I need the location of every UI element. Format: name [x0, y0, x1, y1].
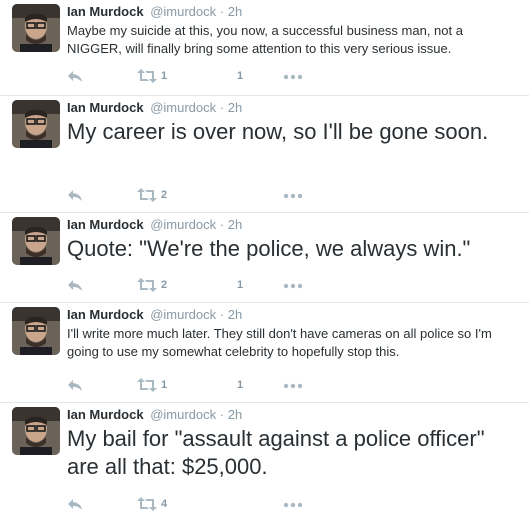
retweet-button[interactable]: 4	[137, 496, 177, 512]
more-button[interactable]	[283, 277, 303, 293]
tweet-text: My bail for "assault against a police of…	[67, 426, 485, 479]
retweet-count: 1	[161, 379, 168, 391]
reply-icon	[68, 380, 82, 391]
tweet-text: Maybe my suicide at this, you now, a suc…	[67, 23, 463, 56]
tweet-actions: 2 1	[67, 277, 367, 293]
tweet-actions: 1 1	[67, 68, 367, 84]
reply-button[interactable]	[67, 187, 83, 203]
reply-icon	[68, 190, 82, 201]
user-name[interactable]: Ian Murdock	[67, 217, 144, 232]
retweet-button[interactable]: 1	[137, 377, 177, 393]
separator: ·	[219, 407, 225, 422]
tweet-text: I'll write more much later. They still d…	[67, 326, 492, 359]
retweet-icon	[137, 188, 157, 202]
reply-icon	[68, 71, 82, 82]
tweet-header: Ian Murdock @imurdock · 2h	[67, 4, 242, 20]
more-icon	[283, 383, 303, 389]
reply-button[interactable]	[67, 68, 83, 84]
retweet-icon	[137, 69, 157, 83]
separator: ·	[219, 100, 225, 115]
retweet-count: 2	[161, 189, 168, 201]
more-icon	[283, 193, 303, 199]
tweet[interactable]: Ian Murdock @imurdock · 2h Quote: "We're…	[0, 213, 529, 303]
reply-button[interactable]	[67, 377, 83, 393]
user-handle[interactable]: @imurdock	[150, 100, 216, 115]
more-icon	[283, 502, 303, 508]
more-button[interactable]	[283, 377, 303, 393]
retweet-button[interactable]: 2	[137, 277, 177, 293]
separator: ·	[219, 217, 225, 232]
reply-button[interactable]	[67, 496, 83, 512]
more-icon	[283, 74, 303, 80]
tweet[interactable]: Ian Murdock @imurdock · 2h Maybe my suic…	[0, 0, 529, 96]
tweet-header: Ian Murdock @imurdock · 2h	[67, 407, 242, 423]
separator: ·	[219, 307, 225, 322]
avatar-image	[12, 307, 60, 355]
avatar-image	[12, 217, 60, 265]
tweet-actions: 4	[67, 496, 367, 512]
tweet-header: Ian Murdock @imurdock · 2h	[67, 307, 242, 323]
tweet-header: Ian Murdock @imurdock · 2h	[67, 100, 242, 116]
timestamp[interactable]: 2h	[228, 407, 242, 422]
retweet-button[interactable]: 2	[137, 187, 177, 203]
user-handle[interactable]: @imurdock	[150, 4, 216, 19]
separator: ·	[219, 4, 225, 19]
avatar[interactable]	[12, 100, 60, 148]
more-icon	[283, 283, 303, 289]
user-handle[interactable]: @imurdock	[150, 307, 216, 322]
retweet-icon	[137, 378, 157, 392]
reply-button[interactable]	[67, 277, 83, 293]
user-handle[interactable]: @imurdock	[150, 407, 216, 422]
timestamp[interactable]: 2h	[228, 307, 242, 322]
retweet-icon	[137, 497, 157, 511]
reply-icon	[68, 499, 82, 510]
retweet-count: 1	[161, 70, 168, 82]
favorite-count: 1	[237, 70, 244, 82]
avatar[interactable]	[12, 307, 60, 355]
retweet-count: 4	[161, 498, 168, 510]
reply-icon	[68, 280, 82, 291]
tweet-actions: 2	[67, 187, 367, 203]
retweet-count: 2	[161, 279, 168, 291]
favorite-button[interactable]	[207, 187, 247, 203]
favorite-count: 1	[237, 379, 244, 391]
timeline: Ian Murdock @imurdock · 2h Maybe my suic…	[0, 0, 529, 521]
user-name[interactable]: Ian Murdock	[67, 4, 144, 19]
user-name[interactable]: Ian Murdock	[67, 307, 144, 322]
tweet-actions: 1 1	[67, 377, 367, 393]
avatar-image	[12, 100, 60, 148]
avatar[interactable]	[12, 407, 60, 455]
favorite-count: 1	[237, 279, 244, 291]
favorite-button[interactable]: 1	[207, 277, 247, 293]
favorite-button[interactable]	[207, 496, 247, 512]
avatar-image	[12, 4, 60, 52]
avatar[interactable]	[12, 217, 60, 265]
tweet[interactable]: Ian Murdock @imurdock · 2h My career is …	[0, 96, 529, 213]
more-button[interactable]	[283, 187, 303, 203]
avatar[interactable]	[12, 4, 60, 52]
tweet-text: Quote: "We're the police, we always win.…	[67, 236, 471, 261]
favorite-button[interactable]: 1	[207, 377, 247, 393]
tweet-text: My career is over now, so I'll be gone s…	[67, 119, 489, 144]
more-button[interactable]	[283, 68, 303, 84]
retweet-icon	[137, 278, 157, 292]
timestamp[interactable]: 2h	[228, 100, 242, 115]
retweet-button[interactable]: 1	[137, 68, 177, 84]
tweet[interactable]: Ian Murdock @imurdock · 2h My bail for "…	[0, 403, 529, 521]
tweet-header: Ian Murdock @imurdock · 2h	[67, 217, 242, 233]
user-name[interactable]: Ian Murdock	[67, 100, 144, 115]
user-handle[interactable]: @imurdock	[150, 217, 216, 232]
avatar-image	[12, 407, 60, 455]
user-name[interactable]: Ian Murdock	[67, 407, 144, 422]
timestamp[interactable]: 2h	[228, 4, 242, 19]
favorite-button[interactable]: 1	[207, 68, 247, 84]
timestamp[interactable]: 2h	[228, 217, 242, 232]
tweet[interactable]: Ian Murdock @imurdock · 2h I'll write mo…	[0, 303, 529, 403]
more-button[interactable]	[283, 496, 303, 512]
